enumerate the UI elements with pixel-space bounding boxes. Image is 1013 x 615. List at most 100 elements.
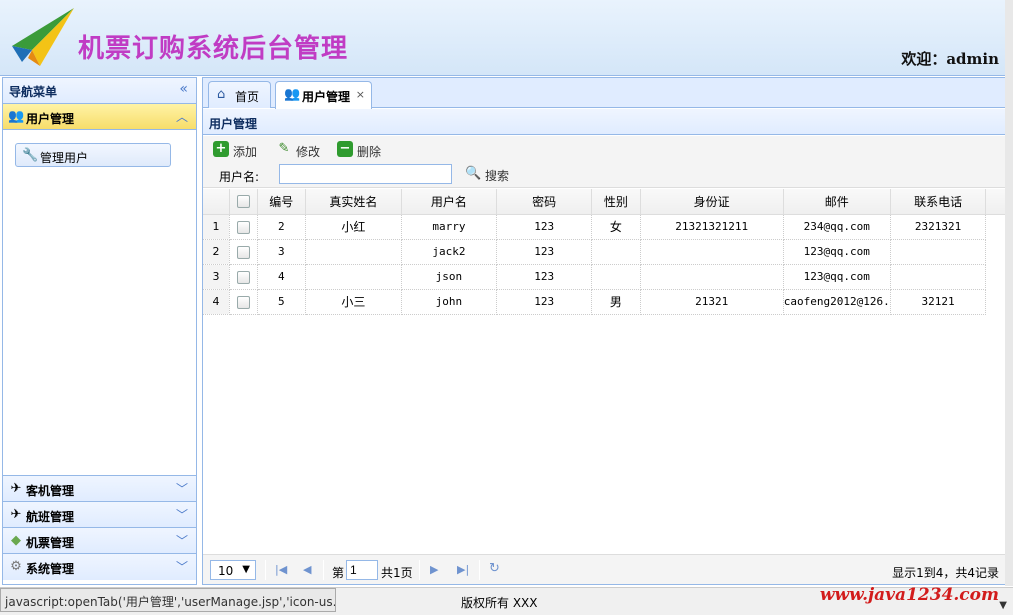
nav-section-flight[interactable]: ✈ 航班管理 ﹀ <box>3 502 196 528</box>
row-number: 3 <box>203 264 230 290</box>
search-button-label: 搜索 <box>485 169 510 183</box>
column-header[interactable]: 编号 <box>257 189 306 215</box>
search-label: 用户名: <box>219 170 260 184</box>
row-filler <box>986 264 1007 289</box>
users-icon: 👥 <box>284 87 301 102</box>
tab-home[interactable]: ⌂ 首页 <box>208 81 271 108</box>
row-number: 1 <box>203 214 230 240</box>
pager-separator <box>323 560 324 580</box>
cell-id: 3 <box>257 239 306 265</box>
nav-title: 导航菜单 <box>9 85 58 99</box>
column-header[interactable]: 邮件 <box>783 189 891 215</box>
chevron-down-icon: ﹀ <box>175 534 188 548</box>
ticket-icon: ◆ <box>11 533 21 548</box>
delete-button-label: 删除 <box>357 145 382 159</box>
cell-idcard: 21321 <box>640 289 784 315</box>
cell-phone <box>890 264 987 290</box>
page-size-value: 10 <box>218 564 234 578</box>
close-icon[interactable]: × <box>356 88 365 101</box>
row-number-header <box>203 189 230 215</box>
cell-password: 123 <box>496 264 593 290</box>
table-row[interactable]: 2 3 jack2 123 123@qq.com <box>203 239 1007 265</box>
home-icon: ⌂ <box>217 87 226 102</box>
row-filler <box>986 239 1007 264</box>
pencil-icon: ✎ <box>278 141 290 156</box>
prev-page-icon[interactable]: ◀ <box>303 563 311 576</box>
select-all-checkbox[interactable] <box>236 195 250 209</box>
pager-separator <box>479 560 480 580</box>
table-row[interactable]: 1 2 小红 marry 123 女 21321321211 234@qq.co… <box>203 214 1007 240</box>
pager: 10 ▼ |◀ ◀ 第 共1页 ▶ ▶| ↻ 显示1到4，共4记录 <box>203 554 1007 584</box>
row-checkbox[interactable] <box>236 220 250 234</box>
cell-sex: 男 <box>591 289 641 315</box>
add-button-label: 添加 <box>233 145 258 159</box>
username-search-input[interactable] <box>279 164 452 184</box>
row-filler <box>986 289 1007 314</box>
cell-phone <box>890 239 987 265</box>
column-header[interactable]: 联系电话 <box>890 189 987 215</box>
pager-separator <box>265 560 266 580</box>
flight-icon: ✈ <box>10 507 22 522</box>
cell-email: 123@qq.com <box>783 239 891 265</box>
row-checkbox[interactable] <box>236 295 250 309</box>
nav-item-manage-user[interactable]: 🔧 管理用户 <box>15 143 171 167</box>
nav-section-label: 用户管理 <box>26 112 75 126</box>
cell-username: jack2 <box>401 239 498 265</box>
chevron-down-icon: ﹀ <box>175 508 188 522</box>
select-all-header[interactable] <box>229 189 258 215</box>
cell-email: caofeng2012@126. <box>783 289 891 315</box>
next-page-icon[interactable]: ▶ <box>430 563 438 576</box>
app-title: 机票订购系统后台管理 <box>78 34 349 64</box>
row-select[interactable] <box>229 214 258 240</box>
column-header[interactable]: 性别 <box>591 189 641 215</box>
page-number-input[interactable] <box>346 560 378 580</box>
tab-user-management[interactable]: 👥 用户管理 × <box>275 81 372 109</box>
collapse-icon[interactable]: « <box>179 81 188 97</box>
page-scrollbar[interactable] <box>1005 0 1013 586</box>
page-size-select[interactable]: 10 ▼ <box>210 560 256 580</box>
user-grid: 编号 真实姓名 用户名 密码 性别 身份证 邮件 联系电话 1 2 小红 mar… <box>203 189 1007 553</box>
column-header[interactable]: 用户名 <box>401 189 498 215</box>
row-checkbox[interactable] <box>236 245 250 259</box>
main-panel: ⌂ 首页 👥 用户管理 × 用户管理 + 添加 ✎ 修改 − 删除 用户名: 🔍… <box>202 77 1008 585</box>
edit-button-label: 修改 <box>296 145 321 159</box>
nav-section-system[interactable]: ⚙ 系统管理 ﹀ <box>3 554 196 580</box>
refresh-icon[interactable]: ↻ <box>489 561 500 576</box>
row-select[interactable] <box>229 239 258 265</box>
tab-label: 用户管理 <box>302 90 351 104</box>
column-header[interactable]: 真实姓名 <box>305 189 402 215</box>
row-checkbox[interactable] <box>236 270 250 284</box>
last-page-icon[interactable]: ▶| <box>457 563 469 576</box>
row-select[interactable] <box>229 289 258 315</box>
column-header[interactable]: 身份证 <box>640 189 784 215</box>
first-page-icon[interactable]: |◀ <box>275 563 287 576</box>
nav-section-aircraft[interactable]: ✈ 客机管理 ﹀ <box>3 476 196 502</box>
nav-section-user-management[interactable]: 👥 用户管理 ︿ <box>3 104 196 130</box>
paper-plane-logo-icon <box>12 8 74 66</box>
header: 机票订购系统后台管理 欢迎：admin <box>0 0 1013 76</box>
cell-phone: 2321321 <box>890 214 987 240</box>
table-row[interactable]: 3 4 json 123 123@qq.com <box>203 264 1007 290</box>
row-select[interactable] <box>229 264 258 290</box>
tools-icon: 🔧 <box>22 148 39 163</box>
footer: javascript:openTab('用户管理','userManage.js… <box>0 585 1013 615</box>
minus-icon: − <box>337 141 353 157</box>
header-filler <box>985 189 1007 215</box>
row-filler <box>986 214 1007 239</box>
chevron-up-icon: ︿ <box>175 110 188 124</box>
cell-idcard: 21321321211 <box>640 214 784 240</box>
welcome-text: 欢迎：admin <box>901 50 999 68</box>
nav-section-body: 🔧 管理用户 <box>3 130 196 476</box>
table-row[interactable]: 4 5 小三 john 123 男 21321 caofeng2012@126.… <box>203 289 1007 315</box>
scroll-down-icon[interactable]: ▼ <box>999 600 1007 611</box>
cell-id: 4 <box>257 264 306 290</box>
pager-separator <box>419 560 420 580</box>
cell-idcard <box>640 264 784 290</box>
nav-section-ticket[interactable]: ◆ 机票管理 ﹀ <box>3 528 196 554</box>
cell-username: john <box>401 289 498 315</box>
cell-sex: 女 <box>591 214 641 240</box>
cell-email: 123@qq.com <box>783 264 891 290</box>
cell-password: 123 <box>496 239 593 265</box>
column-header[interactable]: 密码 <box>496 189 593 215</box>
tab-bar: ⌂ 首页 👥 用户管理 × <box>203 78 1007 109</box>
